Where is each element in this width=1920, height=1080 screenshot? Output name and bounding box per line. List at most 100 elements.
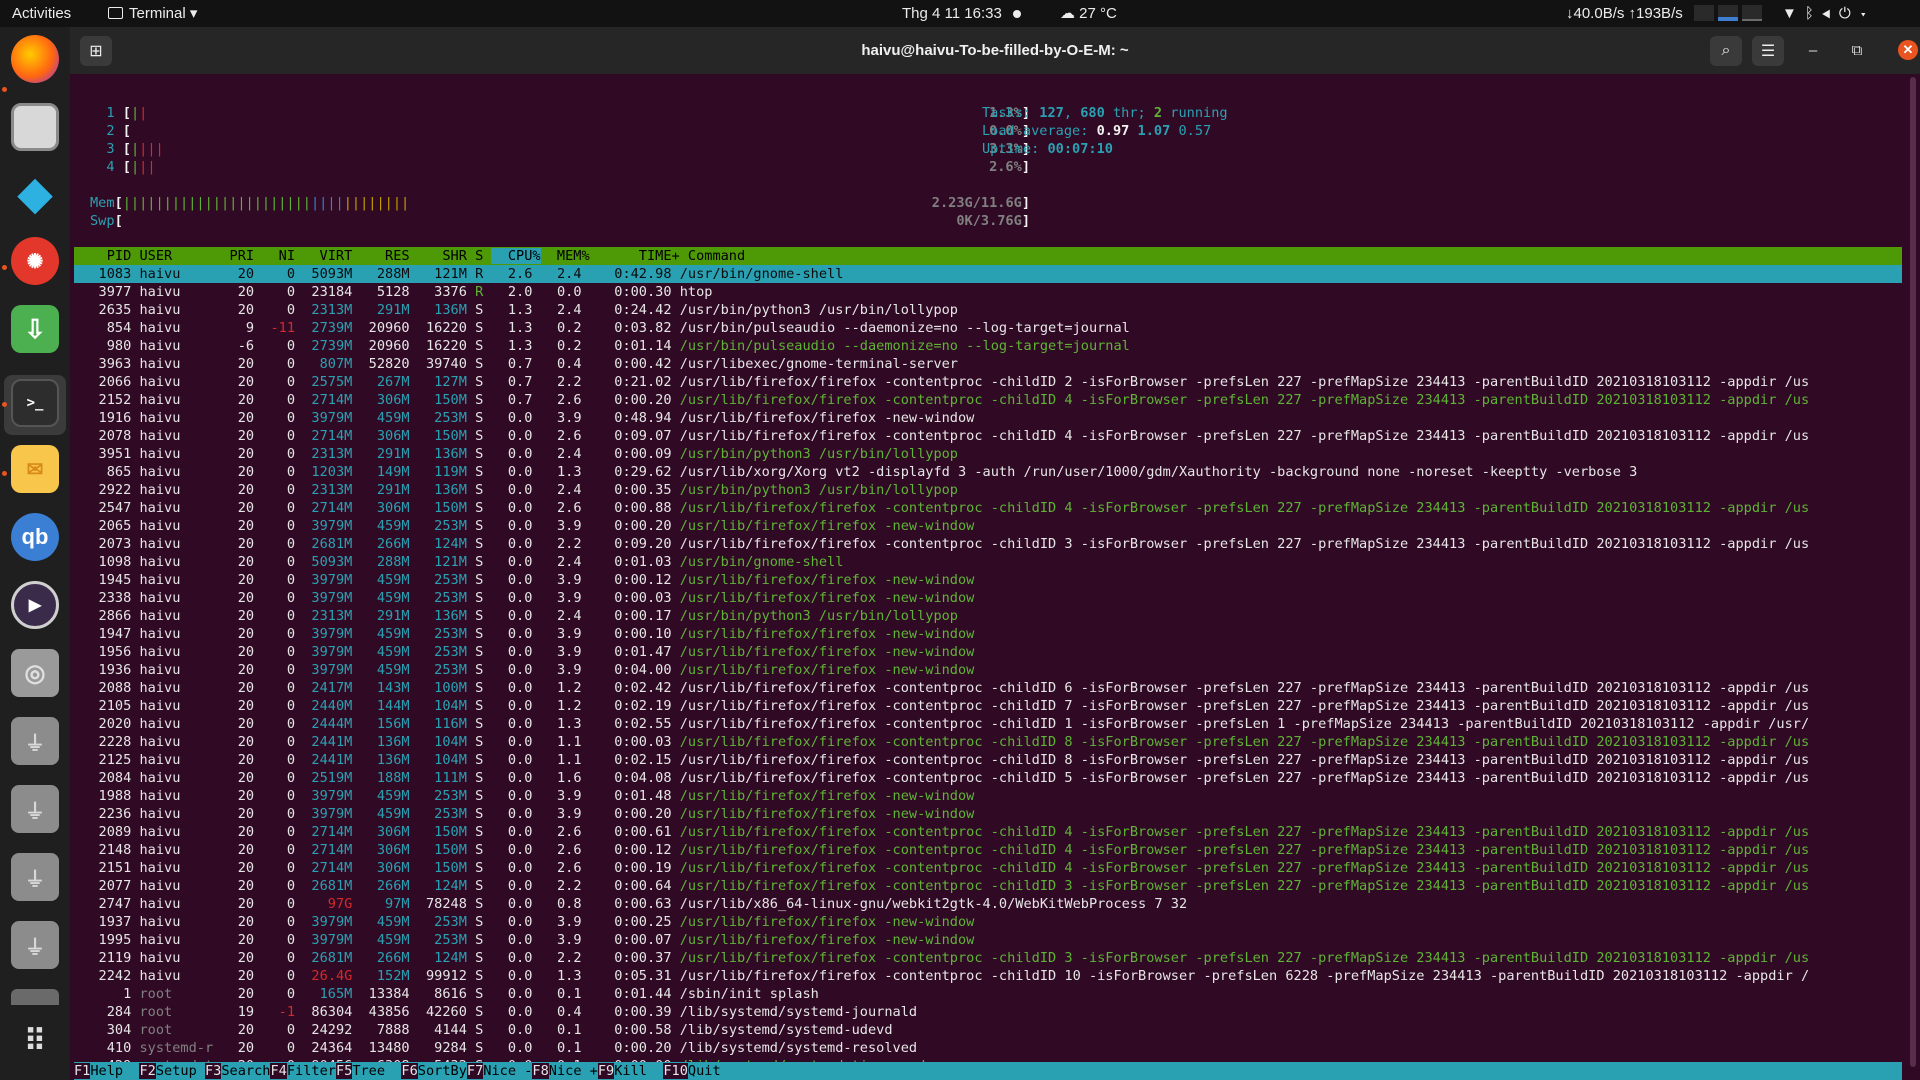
download-manager-icon[interactable]: ⇩	[11, 305, 59, 353]
minimize-button[interactable]: –	[1800, 36, 1826, 64]
process-row[interactable]: 410 systemd-r 20 0 24364 13480 9284 S 0.…	[74, 1039, 917, 1057]
search-button[interactable]: ⌕	[1710, 36, 1742, 66]
fkey-f10[interactable]: F10	[663, 1063, 688, 1079]
process-row[interactable]: 1956 haivu 20 0 3979M 459M 253M S 0.0 3.…	[74, 643, 975, 661]
htop-view[interactable]: 1 [|| 1.3%] 2 [0.0%] 3 [|||| 3.3%] 4 [||| 2…	[70, 74, 1910, 1080]
activities-button[interactable]: Activities	[12, 0, 71, 27]
fkey-label[interactable]: Nice -	[483, 1063, 532, 1079]
net-speed-indicator[interactable]: ↓40.0B/s ↑193B/s	[1566, 0, 1683, 27]
process-row[interactable]: 865 haivu 20 0 1203M 149M 119M S 0.0 1.3…	[74, 463, 1638, 481]
fkey-label[interactable]: Tree	[352, 1063, 401, 1079]
fkey-f5[interactable]: F5	[335, 1063, 353, 1079]
usb-drive-icon[interactable]: ⏚	[11, 853, 59, 901]
fkey-f1[interactable]: F1	[74, 1063, 91, 1079]
process-row[interactable]: 2077 haivu 20 0 2681M 266M 124M S 0.0 2.…	[74, 877, 1810, 895]
media-player-icon[interactable]: ▶	[11, 581, 59, 629]
fkey-label[interactable]: Search	[221, 1063, 270, 1079]
usb-drive-icon[interactable]: ⏚	[11, 717, 59, 765]
process-row[interactable]: 2073 haivu 20 0 2681M 266M 124M S 0.0 2.…	[74, 535, 1810, 553]
power-icon[interactable]: ⏻	[1839, 5, 1859, 22]
process-row[interactable]: 2065 haivu 20 0 3979M 459M 253M S 0.0 3.…	[74, 517, 975, 535]
fkey-f2[interactable]: F2	[139, 1063, 156, 1079]
fkey-label[interactable]: SortBy	[418, 1063, 467, 1079]
process-row[interactable]: 284 root 19 -1 86304 43856 42260 S 0.0 0…	[74, 1003, 917, 1021]
process-row[interactable]: 3963 haivu 20 0 807M 52820 39740 S 0.7 0…	[74, 355, 958, 373]
fkey-label[interactable]: Setup	[156, 1063, 205, 1079]
system-tray[interactable]: ▼ᛒ◀⏻▾	[1782, 0, 1876, 27]
column-header-shr[interactable]: SHR	[410, 248, 467, 264]
fkey-label[interactable]: Help	[90, 1063, 139, 1079]
column-header-command[interactable]: Command	[680, 248, 745, 264]
process-row[interactable]: 1988 haivu 20 0 3979M 459M 253M S 0.0 3.…	[74, 787, 975, 805]
process-row[interactable]: 2105 haivu 20 0 2440M 144M 104M S 0.0 1.…	[74, 697, 1810, 715]
process-row[interactable]: 2242 haivu 20 0 26.4G 152M 99912 S 0.0 1…	[74, 967, 1810, 985]
process-row[interactable]: 1936 haivu 20 0 3979M 459M 253M S 0.0 3.…	[74, 661, 975, 679]
fkey-f7[interactable]: F7	[466, 1063, 484, 1079]
fkey-label[interactable]: Quit	[688, 1063, 721, 1079]
process-row[interactable]: 304 root 20 0 24292 7888 4144 S 0.0 0.1 …	[74, 1021, 893, 1039]
process-row[interactable]: 1937 haivu 20 0 3979M 459M 253M S 0.0 3.…	[74, 913, 975, 931]
terminal-icon[interactable]: >_	[11, 379, 59, 427]
process-row[interactable]: 2020 haivu 20 0 2444M 156M 116M S 0.0 1.…	[74, 715, 1810, 733]
wifi-icon[interactable]: ▼	[1782, 5, 1805, 22]
column-header-s[interactable]: S	[467, 248, 492, 264]
process-row[interactable]: 980 haivu -6 0 2739M 20960 16220 S 1.3 0…	[74, 337, 1130, 355]
fkey-label[interactable]: Filter	[287, 1063, 336, 1079]
process-row[interactable]: 2151 haivu 20 0 2714M 306M 150M S 0.0 2.…	[74, 859, 1810, 877]
maximize-button[interactable]: ⧉	[1844, 36, 1870, 64]
process-row[interactable]: 854 haivu 9 -11 2739M 20960 16220 S 1.3 …	[74, 319, 1130, 337]
process-row[interactable]: 1995 haivu 20 0 3979M 459M 253M S 0.0 3.…	[74, 931, 975, 949]
bluetooth-icon[interactable]: ᛒ	[1805, 5, 1822, 22]
process-row[interactable]: 1 root 20 0 165M 13384 8616 S 0.0 0.1 0:…	[74, 985, 819, 1003]
mail-icon[interactable]: ✉	[11, 445, 59, 493]
system-monitor-graph[interactable]	[1694, 5, 1764, 21]
process-row[interactable]: 2635 haivu 20 0 2313M 291M 136M S 1.3 2.…	[74, 301, 958, 319]
weather-indicator[interactable]: ☁ 27 °C	[1060, 0, 1117, 27]
process-row[interactable]: 3951 haivu 20 0 2313M 291M 136M S 0.0 2.…	[74, 445, 958, 463]
usb-drive-icon[interactable]: ⏚	[11, 921, 59, 969]
process-row[interactable]: 1083 haivu 20 0 5093M 288M 121M R 2.6 2.…	[74, 265, 844, 283]
firefox-icon[interactable]	[11, 35, 59, 83]
title-bar[interactable]: ⊞ haivu@haivu-To-be-filled-by-O-E-M: ~ ⌕…	[70, 27, 1920, 74]
column-header-ni[interactable]: NI	[254, 248, 295, 264]
process-row[interactable]: 2547 haivu 20 0 2714M 306M 150M S 0.0 2.…	[74, 499, 1810, 517]
process-row[interactable]: 2125 haivu 20 0 2441M 136M 104M S 0.0 1.…	[74, 751, 1810, 769]
process-row[interactable]: 2119 haivu 20 0 2681M 266M 124M S 0.0 2.…	[74, 949, 1810, 967]
video-downloader-icon[interactable]: ✺	[11, 237, 59, 285]
fkey-label[interactable]: Nice +	[549, 1063, 598, 1079]
process-row[interactable]: 2338 haivu 20 0 3979M 459M 253M S 0.0 3.…	[74, 589, 975, 607]
process-row[interactable]: 1098 haivu 20 0 5093M 288M 121M S 0.0 2.…	[74, 553, 844, 571]
process-row[interactable]: 2084 haivu 20 0 2519M 188M 111M S 0.0 1.…	[74, 769, 1810, 787]
fkey-f9[interactable]: F9	[597, 1063, 615, 1079]
process-row[interactable]: 2866 haivu 20 0 2313M 291M 136M S 0.0 2.…	[74, 607, 958, 625]
process-row[interactable]: 2089 haivu 20 0 2714M 306M 150M S 0.0 2.…	[74, 823, 1810, 841]
column-header-mem[interactable]: MEM%	[541, 248, 590, 264]
process-table-header[interactable]: PID USER PRI NI VIRT RES SHR S CPU% MEM%…	[74, 247, 745, 265]
chevron-down-icon[interactable]: ▾	[1859, 5, 1876, 22]
files-icon[interactable]	[11, 103, 59, 151]
process-row[interactable]: 2747 haivu 20 0 97G 97M 78248 S 0.0 0.8 …	[74, 895, 1188, 913]
volume-icon[interactable]: ◀	[1822, 5, 1839, 22]
column-header-time[interactable]: TIME+	[590, 248, 680, 264]
clock[interactable]: Thg 4 11 16:33	[902, 0, 1002, 27]
close-button[interactable]: ✕	[1898, 40, 1918, 60]
menu-button[interactable]: ☰	[1752, 36, 1784, 66]
app-menu-button[interactable]: Terminal ▾	[108, 0, 197, 27]
process-row[interactable]: 1916 haivu 20 0 3979M 459M 253M S 0.0 3.…	[74, 409, 975, 427]
show-apps-icon[interactable]: ⠿	[11, 1017, 59, 1065]
disk-icon[interactable]: ◎	[11, 649, 59, 697]
process-row[interactable]: 2236 haivu 20 0 3979M 459M 253M S 0.0 3.…	[74, 805, 975, 823]
process-row[interactable]: 3977 haivu 20 0 23184 5128 3376 R 2.0 0.…	[74, 283, 713, 301]
scrollbar[interactable]	[1910, 77, 1916, 1067]
qbittorrent-icon[interactable]: qb	[11, 513, 59, 561]
column-header-pid[interactable]: PID	[74, 248, 132, 264]
fkey-label[interactable]: Kill	[614, 1063, 663, 1079]
process-row[interactable]: 1945 haivu 20 0 3979M 459M 253M S 0.0 3.…	[74, 571, 975, 589]
kodi-icon[interactable]: ◆	[11, 169, 59, 218]
column-header-virt[interactable]: VIRT	[295, 248, 353, 264]
column-header-res[interactable]: RES	[352, 248, 410, 264]
process-row[interactable]: 2228 haivu 20 0 2441M 136M 104M S 0.0 1.…	[74, 733, 1810, 751]
column-header-cpu[interactable]: CPU%	[491, 248, 541, 264]
process-row[interactable]: 2066 haivu 20 0 2575M 267M 127M S 0.7 2.…	[74, 373, 1810, 391]
column-header-user[interactable]: USER	[131, 248, 221, 264]
